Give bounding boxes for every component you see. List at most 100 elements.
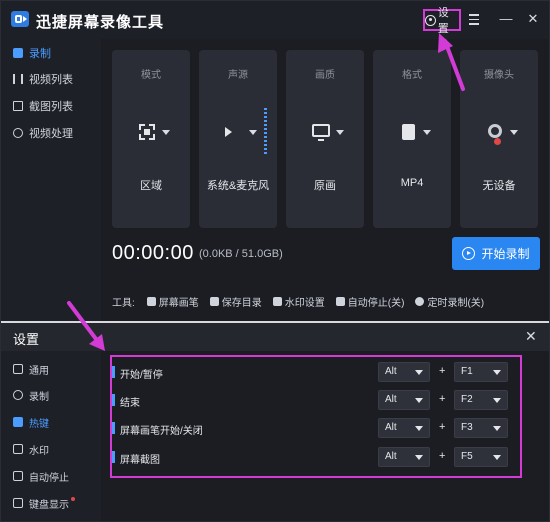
hotkey-label: 开始/暂停: [120, 370, 163, 381]
hotkey-label: 结束: [120, 398, 140, 409]
minimize-button[interactable]: —: [498, 11, 514, 27]
sidebar-item-label: 截图列表: [29, 101, 73, 113]
sidebar-item-record[interactable]: 录制: [1, 42, 101, 64]
speaker-icon: [223, 122, 245, 142]
tool-label: 定时录制(关): [427, 298, 485, 309]
key-select[interactable]: F1: [454, 362, 508, 382]
card-value: 无设备: [482, 180, 516, 192]
sidebar-item-label: 视频列表: [29, 74, 73, 86]
card-label: 格式: [402, 70, 422, 81]
modifier-select[interactable]: Alt: [378, 362, 430, 382]
chevron-down-icon: [162, 130, 170, 135]
record-icon: [13, 48, 23, 58]
chevron-down-icon: [415, 398, 423, 403]
settings-nav-auto-stop[interactable]: 自动停止: [1, 464, 101, 488]
screen-pen-tool[interactable]: 屏幕画笔: [146, 294, 199, 309]
card-value: 系统&麦克风: [206, 180, 270, 192]
chevron-down-icon: [510, 130, 518, 135]
key-select[interactable]: F3: [454, 418, 508, 438]
start-recording-button[interactable]: 开始录制: [452, 237, 540, 270]
folder-icon: [209, 297, 219, 306]
file-size-text: (0.0KB / 51.0GB): [199, 248, 283, 260]
save-directory-tool[interactable]: 保存目录: [209, 294, 262, 309]
screenshot-list-icon: [13, 101, 23, 111]
chevron-down-icon: [493, 426, 501, 431]
modifier-select[interactable]: Alt: [378, 390, 430, 410]
file-icon: [397, 122, 419, 142]
settings-nav-label: 键盘显示: [29, 499, 69, 511]
chevron-down-icon: [249, 130, 257, 135]
chevron-down-icon: [493, 370, 501, 375]
row-marker: [112, 366, 115, 378]
sidebar-item-video-process[interactable]: 视频处理: [1, 122, 101, 144]
row-marker: [112, 451, 115, 463]
card-value: MP4: [400, 177, 424, 189]
settings-nav-label: 通用: [29, 365, 49, 377]
recording-timer: 00:00:00: [112, 242, 194, 264]
settings-nav-watermark[interactable]: 水印: [1, 437, 101, 461]
tool-label: 保存目录: [221, 298, 262, 309]
modifier-select[interactable]: Alt: [378, 447, 430, 467]
hotkey-row: 屏幕画笔开始/关闭 Alt + F3: [112, 417, 520, 439]
row-marker: [112, 422, 115, 434]
video-process-icon: [13, 128, 23, 138]
hotkey-row: 结束 Alt + F2: [112, 389, 520, 411]
modifier-select[interactable]: Alt: [378, 418, 430, 438]
settings-nav-keyboard-display[interactable]: 键盘显示: [1, 491, 101, 515]
card-label: 声源: [228, 70, 248, 81]
region-icon: [139, 124, 155, 140]
mode-card[interactable]: 模式 区域: [112, 50, 190, 228]
settings-nav-label: 自动停止: [29, 472, 69, 484]
camera-card[interactable]: 摄像头 无设备: [460, 50, 538, 228]
sidebar-item-video-list[interactable]: 视频列表: [1, 68, 101, 90]
plus-sign: +: [439, 393, 446, 405]
select-value: Alt: [385, 394, 397, 405]
sidebar-item-label: 录制: [29, 48, 51, 60]
watermark-icon: [272, 297, 282, 306]
hotkey-list: 开始/暂停 Alt + F1 结束 Alt + F2 屏幕画笔开始/关闭 Alt…: [110, 355, 522, 478]
key-select[interactable]: F5: [454, 447, 508, 467]
select-value: F1: [461, 366, 473, 377]
plus-sign: +: [439, 365, 446, 377]
sidebar-item-label: 视频处理: [29, 128, 73, 140]
keyboard-display-icon: [13, 498, 23, 508]
select-value: F5: [461, 451, 473, 462]
scheduled-recording-tool[interactable]: 定时录制(关): [415, 294, 484, 309]
settings-nav-record[interactable]: 录制: [1, 383, 101, 407]
app-window: 迅捷屏幕录像工具 设置 — ✕ 录制 视频列表 截图列表 视频处理 模式 区域 …: [0, 0, 550, 522]
settings-close-button[interactable]: ✕: [525, 328, 537, 345]
tool-label: 水印设置: [284, 298, 325, 309]
sidebar-item-screenshot-list[interactable]: 截图列表: [1, 95, 101, 117]
tools-bar: 工具: 屏幕画笔 保存目录 水印设置 自动停止(关) 定时录制(关): [112, 294, 495, 309]
menu-button[interactable]: [466, 11, 482, 27]
settings-button[interactable]: 设置: [423, 7, 461, 35]
camera-off-badge: [494, 138, 501, 145]
quality-card[interactable]: 画质 原画: [286, 50, 364, 228]
settings-nav-general[interactable]: 通用: [1, 357, 101, 381]
close-button[interactable]: ✕: [525, 11, 541, 27]
card-value: 区域: [140, 180, 162, 192]
app-logo-icon: [11, 11, 29, 27]
clock-icon: [415, 297, 425, 306]
hotkey-label: 屏幕画笔开始/关闭: [120, 426, 203, 437]
settings-nav-label: 热键: [29, 418, 49, 430]
select-value: Alt: [385, 366, 397, 377]
row-marker: [112, 394, 115, 406]
start-recording-label: 开始录制: [481, 247, 530, 261]
card-label: 画质: [315, 70, 335, 81]
card-label: 模式: [141, 70, 161, 81]
select-value: Alt: [385, 422, 397, 433]
settings-nav-label: 录制: [29, 391, 49, 403]
format-card[interactable]: 格式 MP4: [373, 50, 451, 228]
chevron-down-icon: [336, 130, 344, 135]
watermark-tool[interactable]: 水印设置: [272, 294, 325, 309]
auto-stop-tool[interactable]: 自动停止(关): [335, 294, 404, 309]
settings-button-label: 设置: [437, 7, 449, 35]
chevron-down-icon: [423, 130, 431, 135]
key-select[interactable]: F2: [454, 390, 508, 410]
auto-stop-icon: [13, 471, 23, 481]
audio-level-meter: [264, 108, 267, 154]
settings-panel: 设置 ✕ 通用 录制 热键 水印 自动停止 键盘显示 开始/暂停 Alt + F…: [1, 323, 549, 521]
new-badge: [71, 497, 75, 501]
settings-nav-hotkeys[interactable]: 热键: [1, 410, 101, 434]
